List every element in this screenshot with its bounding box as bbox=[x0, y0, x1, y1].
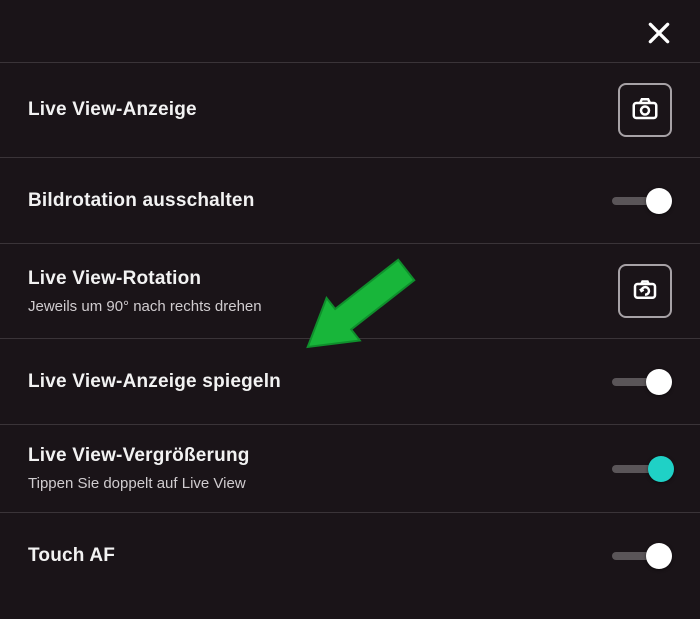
close-icon bbox=[646, 20, 672, 51]
toggle-knob bbox=[646, 543, 672, 569]
setting-row-disable-image-rotation[interactable]: Bildrotation ausschalten bbox=[0, 157, 700, 243]
toggle-mirror-live-view[interactable] bbox=[612, 365, 672, 399]
setting-labels: Live View-Anzeige bbox=[28, 99, 197, 121]
setting-title: Bildrotation ausschalten bbox=[28, 190, 255, 212]
toggle-touch-af[interactable] bbox=[612, 539, 672, 573]
live-view-rotation-button[interactable] bbox=[618, 264, 672, 318]
toggle-knob bbox=[646, 369, 672, 395]
setting-labels: Bildrotation ausschalten bbox=[28, 190, 255, 212]
setting-labels: Live View-Vergrößerung Tippen Sie doppel… bbox=[28, 445, 250, 492]
setting-row-live-view-rotation[interactable]: Live View-Rotation Jeweils um 90° nach r… bbox=[0, 243, 700, 338]
setting-title: Live View-Anzeige spiegeln bbox=[28, 371, 281, 393]
toggle-live-view-zoom[interactable] bbox=[612, 452, 672, 486]
setting-title: Live View-Rotation bbox=[28, 268, 262, 290]
setting-subtitle: Jeweils um 90° nach rechts drehen bbox=[28, 298, 262, 315]
setting-labels: Live View-Rotation Jeweils um 90° nach r… bbox=[28, 268, 262, 315]
setting-row-touch-af[interactable]: Touch AF bbox=[0, 512, 700, 598]
setting-title: Live View-Vergrößerung bbox=[28, 445, 250, 467]
camera-icon bbox=[630, 93, 660, 128]
close-row bbox=[0, 0, 700, 62]
setting-labels: Live View-Anzeige spiegeln bbox=[28, 371, 281, 393]
toggle-knob bbox=[648, 456, 674, 482]
toggle-knob bbox=[646, 188, 672, 214]
rotate-camera-icon bbox=[630, 274, 660, 309]
settings-panel: Live View-Anzeige Bildrotation ausschalt… bbox=[0, 0, 700, 619]
setting-title: Live View-Anzeige bbox=[28, 99, 197, 121]
close-button[interactable] bbox=[642, 18, 676, 52]
setting-row-live-view-zoom[interactable]: Live View-Vergrößerung Tippen Sie doppel… bbox=[0, 424, 700, 512]
setting-title: Touch AF bbox=[28, 545, 115, 567]
live-view-display-button[interactable] bbox=[618, 83, 672, 137]
toggle-disable-image-rotation[interactable] bbox=[612, 184, 672, 218]
setting-labels: Touch AF bbox=[28, 545, 115, 567]
setting-subtitle: Tippen Sie doppelt auf Live View bbox=[28, 475, 250, 492]
setting-row-live-view-display[interactable]: Live View-Anzeige bbox=[0, 62, 700, 157]
setting-row-mirror-live-view[interactable]: Live View-Anzeige spiegeln bbox=[0, 338, 700, 424]
